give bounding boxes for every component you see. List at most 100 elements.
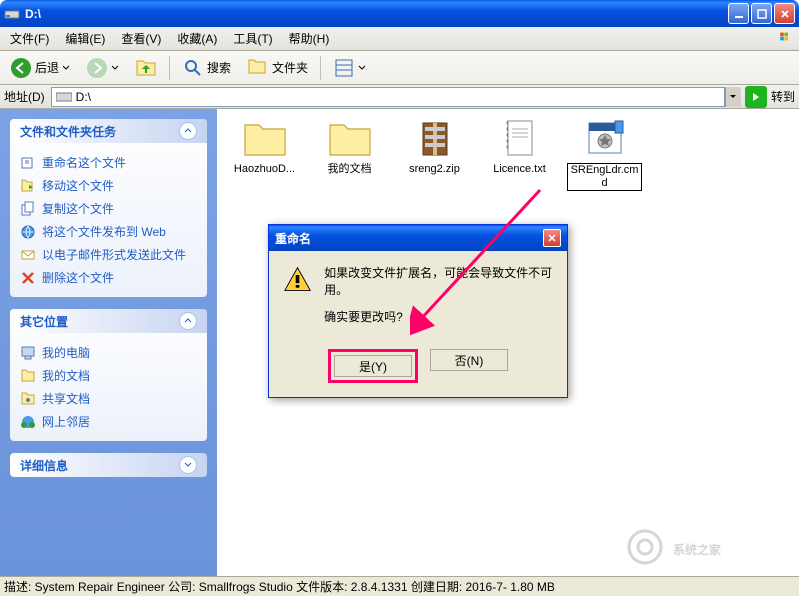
task-item[interactable]: 将这个文件发布到 Web xyxy=(20,220,197,243)
task-label: 移动这个文件 xyxy=(42,177,114,194)
panel-file-tasks: 文件和文件夹任务 重命名这个文件移动这个文件复制这个文件将这个文件发布到 Web… xyxy=(10,119,207,297)
task-label: 共享文档 xyxy=(42,390,90,407)
yes-button[interactable]: 是(Y) xyxy=(334,355,412,377)
task-label: 重命名这个文件 xyxy=(42,154,126,171)
folders-icon xyxy=(247,57,269,79)
panel-other-places: 其它位置 我的电脑我的文档共享文档网上邻居 xyxy=(10,309,207,441)
chevron-down-icon xyxy=(179,456,197,474)
chevron-up-icon xyxy=(179,122,197,140)
panel-body: 我的电脑我的文档共享文档网上邻居 xyxy=(10,333,207,441)
task-item[interactable]: 以电子邮件形式发送此文件 xyxy=(20,243,197,266)
address-bar: 地址(D) D:\ 转到 xyxy=(0,85,799,109)
move-icon xyxy=(20,178,36,194)
address-input[interactable]: D:\ xyxy=(51,87,725,107)
menu-favorites[interactable]: 收藏(A) xyxy=(173,28,221,49)
task-item[interactable]: 网上邻居 xyxy=(20,410,197,433)
file-item[interactable]: sreng2.zip xyxy=(397,119,472,176)
computer-icon xyxy=(20,345,36,361)
windows-logo-icon xyxy=(775,29,795,49)
task-label: 我的文档 xyxy=(42,367,90,384)
dialog-close-button[interactable] xyxy=(543,229,561,247)
no-button[interactable]: 否(N) xyxy=(430,349,508,371)
file-item[interactable]: 我的文档 xyxy=(312,119,387,176)
dialog-body: 如果改变文件扩展名，可能会导致文件不可用。 确实要更改吗? xyxy=(269,251,567,349)
task-item[interactable]: 删除这个文件 xyxy=(20,266,197,289)
task-label: 以电子邮件形式发送此文件 xyxy=(42,246,186,263)
mail-icon xyxy=(20,247,36,263)
file-item[interactable]: SREngLdr.cmd xyxy=(567,119,642,191)
annotation-highlight: 是(Y) xyxy=(328,349,418,383)
search-button[interactable]: 搜索 xyxy=(176,53,237,83)
file-name: sreng2.zip xyxy=(397,163,472,176)
panel-title: 详细信息 xyxy=(20,457,68,474)
folder-icon xyxy=(326,119,374,159)
window-title: D:\ xyxy=(25,7,728,21)
rename-icon xyxy=(20,155,36,171)
task-item[interactable]: 我的电脑 xyxy=(20,341,197,364)
sidebar: 文件和文件夹任务 重命名这个文件移动这个文件复制这个文件将这个文件发布到 Web… xyxy=(0,109,217,579)
file-item[interactable]: HaozhuoD... xyxy=(227,119,302,176)
task-label: 复制这个文件 xyxy=(42,200,114,217)
forward-icon xyxy=(86,57,108,79)
file-name: SREngLdr.cmd xyxy=(567,163,642,191)
task-item[interactable]: 移动这个文件 xyxy=(20,174,197,197)
title-bar: D:\ xyxy=(0,0,799,27)
search-label: 搜索 xyxy=(207,59,231,76)
delete-icon xyxy=(20,270,36,286)
docs-icon xyxy=(20,368,36,384)
menu-edit[interactable]: 编辑(E) xyxy=(61,28,109,49)
folders-label: 文件夹 xyxy=(272,59,308,76)
up-button[interactable] xyxy=(129,53,163,83)
folder-icon xyxy=(241,119,289,159)
back-button[interactable]: 后退 xyxy=(4,53,76,83)
go-label: 转到 xyxy=(771,88,795,105)
chevron-up-icon xyxy=(179,312,197,330)
file-item[interactable]: Licence.txt xyxy=(482,119,557,176)
task-label: 删除这个文件 xyxy=(42,269,114,286)
dialog-title-bar: 重命名 xyxy=(269,225,567,251)
views-button[interactable] xyxy=(327,53,372,83)
task-item[interactable]: 共享文档 xyxy=(20,387,197,410)
close-button[interactable] xyxy=(774,3,795,24)
folders-button[interactable]: 文件夹 xyxy=(241,53,314,83)
panel-details: 详细信息 xyxy=(10,453,207,477)
panel-title: 文件和文件夹任务 xyxy=(20,123,116,140)
menu-help[interactable]: 帮助(H) xyxy=(285,28,334,49)
toolbar: 后退 搜索 文件夹 xyxy=(0,51,799,85)
dialog-text: 如果改变文件扩展名，可能会导致文件不可用。 确实要更改吗? xyxy=(324,265,553,335)
task-label: 网上邻居 xyxy=(42,413,90,430)
separator xyxy=(169,56,170,80)
task-item[interactable]: 重命名这个文件 xyxy=(20,151,197,174)
chevron-down-icon xyxy=(111,64,119,72)
task-item[interactable]: 我的文档 xyxy=(20,364,197,387)
menu-file[interactable]: 文件(F) xyxy=(6,28,53,49)
chevron-down-icon xyxy=(358,64,366,72)
task-label: 我的电脑 xyxy=(42,344,90,361)
go-button[interactable] xyxy=(745,86,767,108)
menu-bar: 文件(F) 编辑(E) 查看(V) 收藏(A) 工具(T) 帮助(H) xyxy=(0,27,799,51)
forward-button[interactable] xyxy=(80,53,125,83)
txt-icon xyxy=(496,119,544,159)
chevron-down-icon xyxy=(62,64,70,72)
zip-icon xyxy=(411,119,459,159)
shared-icon xyxy=(20,391,36,407)
task-item[interactable]: 复制这个文件 xyxy=(20,197,197,220)
dialog-title: 重命名 xyxy=(275,230,311,247)
drive-icon xyxy=(56,91,72,103)
minimize-button[interactable] xyxy=(728,3,749,24)
back-icon xyxy=(10,57,32,79)
views-icon xyxy=(333,57,355,79)
panel-header[interactable]: 详细信息 xyxy=(10,453,207,477)
panel-header[interactable]: 其它位置 xyxy=(10,309,207,333)
address-label: 地址(D) xyxy=(4,88,45,105)
menu-tools[interactable]: 工具(T) xyxy=(229,28,276,49)
status-bar: 描述: System Repair Engineer 公司: Smallfrog… xyxy=(0,576,799,596)
network-icon xyxy=(20,414,36,430)
menu-view[interactable]: 查看(V) xyxy=(117,28,165,49)
panel-header[interactable]: 文件和文件夹任务 xyxy=(10,119,207,143)
rename-dialog: 重命名 如果改变文件扩展名，可能会导致文件不可用。 确实要更改吗? 是(Y) 否… xyxy=(268,224,568,398)
address-dropdown[interactable] xyxy=(725,87,741,107)
maximize-button[interactable] xyxy=(751,3,772,24)
folder-up-icon xyxy=(135,57,157,79)
back-label: 后退 xyxy=(35,59,59,76)
